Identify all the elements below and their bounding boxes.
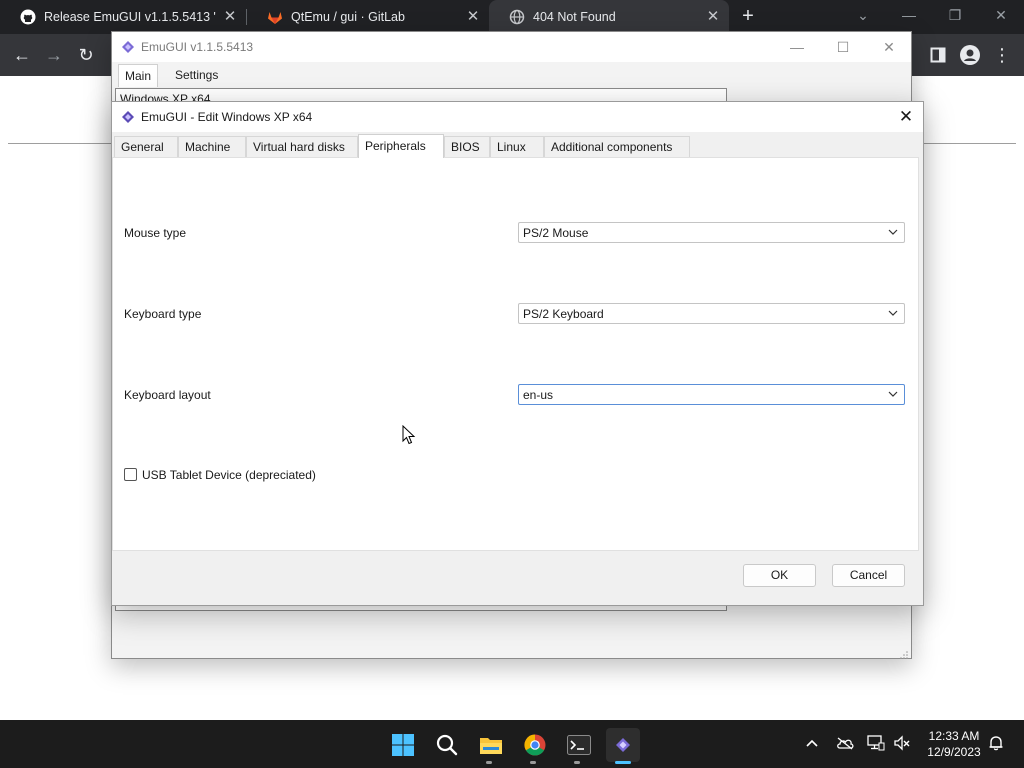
mouse-type-select[interactable]: PS/2 Mouse (518, 222, 905, 243)
main-window-titlebar: EmuGUI v1.1.5.5413 — ☐ ✕ (112, 32, 911, 62)
chevron-down-icon (888, 307, 898, 319)
network-icon[interactable] (866, 735, 886, 755)
keyboard-type-label: Keyboard type (124, 307, 202, 321)
reload-icon[interactable]: ↻ (72, 41, 100, 69)
browser-tab-title: QtEmu / gui · GitLab (291, 10, 405, 24)
keyboard-type-value: PS/2 Keyboard (523, 307, 604, 321)
onedrive-icon[interactable] (835, 735, 855, 755)
running-indicator (486, 761, 492, 764)
browser-tab-gitlab[interactable]: QtEmu / gui · GitLab ✕ (247, 0, 489, 34)
running-indicator (574, 761, 580, 764)
new-tab-button[interactable]: + (736, 5, 760, 29)
usb-tablet-label[interactable]: USB Tablet Device (depreciated) (142, 468, 316, 482)
close-icon[interactable]: ✕ (866, 32, 912, 62)
emugui-icon (122, 111, 134, 126)
mouse-cursor-icon (402, 424, 416, 448)
dialog-titlebar: EmuGUI - Edit Windows XP x64 ✕ (112, 102, 923, 132)
minimize-icon[interactable]: — (886, 0, 932, 30)
notification-bell-icon[interactable] (986, 735, 1006, 755)
close-window-icon[interactable]: ✕ (978, 0, 1024, 30)
dialog-title: EmuGUI - Edit Windows XP x64 (141, 110, 313, 124)
clock-time: 12:33 AM (928, 729, 980, 743)
profile-icon[interactable] (956, 41, 984, 69)
keyboard-type-select[interactable]: PS/2 Keyboard (518, 303, 905, 324)
browser-tab-404[interactable]: 404 Not Found ✕ (489, 0, 729, 34)
restore-icon[interactable]: ❐ (932, 0, 978, 30)
tab-settings[interactable]: Settings (169, 64, 224, 86)
keyboard-layout-label: Keyboard layout (124, 388, 211, 402)
search-icon[interactable] (430, 728, 464, 762)
close-tab-icon[interactable]: ✕ (705, 9, 721, 25)
edit-vm-dialog: EmuGUI - Edit Windows XP x64 ✕ General M… (111, 101, 924, 606)
side-panel-icon[interactable] (924, 41, 952, 69)
usb-tablet-checkbox[interactable] (124, 468, 137, 481)
emugui-icon (122, 41, 134, 56)
minimize-icon[interactable]: — (774, 32, 820, 62)
peripherals-panel: Mouse type PS/2 Mouse Keyboard type PS/2… (112, 157, 919, 551)
start-icon[interactable] (386, 728, 420, 762)
taskbar-clock[interactable]: 12:33 AM 12/9/2023 (922, 728, 986, 760)
mouse-type-label: Mouse type (124, 226, 187, 240)
chevron-down-icon (888, 226, 898, 238)
tab-bios[interactable]: BIOS (444, 136, 490, 157)
chrome-icon[interactable] (518, 728, 552, 762)
tab-additional-components[interactable]: Additional components (544, 136, 690, 157)
maximize-icon[interactable]: ☐ (820, 32, 866, 62)
chevron-up-icon[interactable] (802, 735, 822, 755)
browser-tab-title: 404 Not Found (533, 10, 616, 24)
page-divider (924, 143, 1016, 144)
browser-tab-release[interactable]: Release EmuGUI v1.1.5.5413 "Sa ✕ (0, 0, 246, 34)
tab-general[interactable]: General (114, 136, 178, 157)
globe-icon (509, 9, 525, 25)
forward-icon[interactable]: → (40, 41, 68, 69)
ok-button[interactable]: OK (743, 564, 816, 587)
back-icon[interactable]: ← (8, 41, 36, 69)
github-icon (20, 9, 36, 25)
emugui-taskbar-icon[interactable] (606, 728, 640, 762)
cancel-button[interactable]: Cancel (832, 564, 905, 587)
resize-grip-icon[interactable] (900, 648, 908, 659)
dialog-tab-bar: General Machine Virtual hard disks Perip… (112, 134, 923, 158)
close-tab-icon[interactable]: ✕ (222, 9, 238, 25)
keyboard-layout-value: en-us (523, 388, 554, 402)
volume-muted-icon[interactable] (892, 735, 912, 755)
tab-main[interactable]: Main (118, 64, 159, 87)
tab-linux[interactable]: Linux (490, 136, 544, 157)
browser-tab-title: Release EmuGUI v1.1.5.5413 "Sa (44, 10, 216, 24)
main-window-title: EmuGUI v1.1.5.5413 (141, 40, 254, 54)
tab-virtual-hard-disks[interactable]: Virtual hard disks (246, 136, 358, 157)
chevron-down-icon[interactable]: ⌄ (840, 0, 886, 30)
menu-icon[interactable]: ⋮ (988, 41, 1016, 69)
running-indicator (530, 761, 536, 764)
tab-peripherals[interactable]: Peripherals (358, 134, 444, 158)
mouse-type-value: PS/2 Mouse (523, 226, 589, 240)
close-tab-icon[interactable]: ✕ (465, 9, 481, 25)
file-explorer-icon[interactable] (474, 728, 508, 762)
terminal-icon[interactable] (562, 728, 596, 762)
clock-date: 12/9/2023 (927, 745, 981, 759)
active-indicator (615, 761, 631, 764)
page-divider (8, 143, 111, 144)
close-icon[interactable]: ✕ (889, 102, 923, 132)
keyboard-layout-select[interactable]: en-us (518, 384, 905, 405)
gitlab-icon (267, 9, 283, 25)
tab-machine[interactable]: Machine (178, 136, 246, 157)
chevron-down-icon (888, 388, 898, 400)
